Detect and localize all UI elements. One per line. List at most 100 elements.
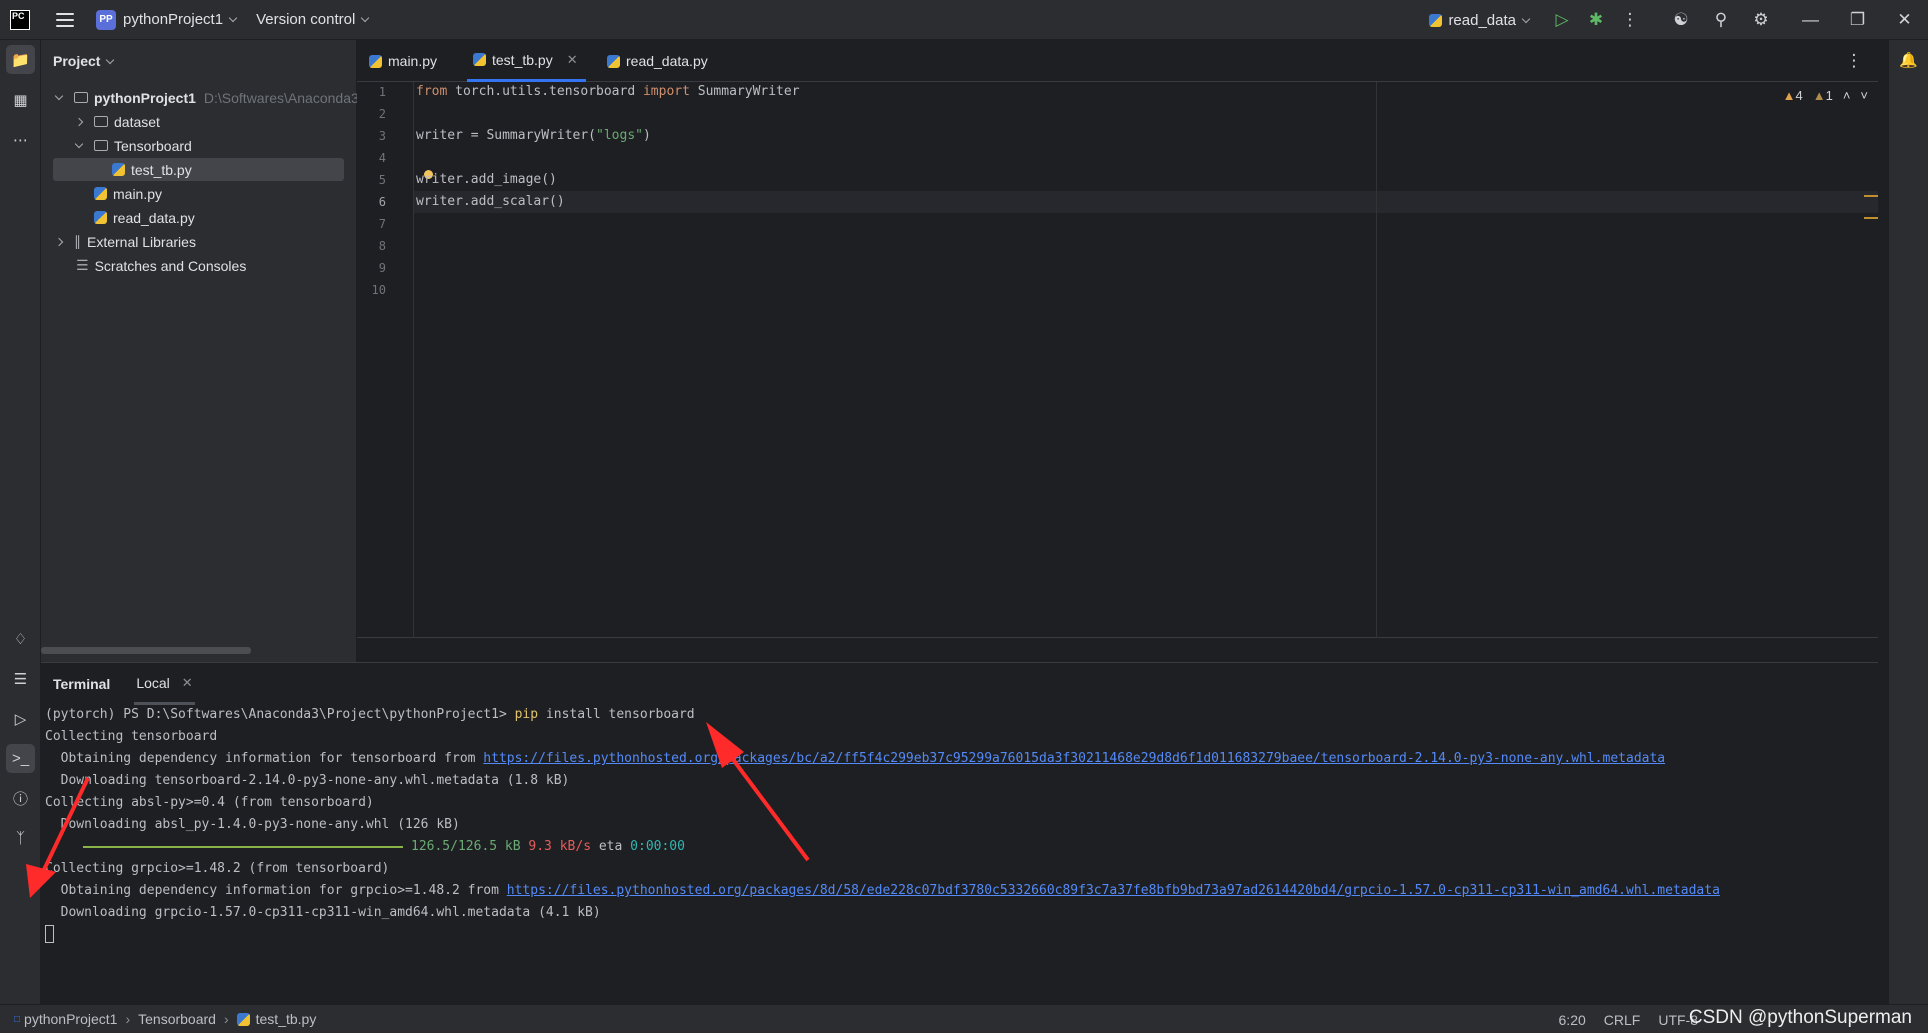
tree-item-label: Tensorboard	[114, 137, 192, 154]
tree-item-external-libraries[interactable]: ∥ External Libraries	[54, 230, 196, 253]
close-icon[interactable]: ✕	[1881, 0, 1928, 40]
expand-arrow-icon[interactable]	[54, 91, 64, 101]
tab-label: test_tb.py	[492, 51, 553, 68]
structure-tool-icon[interactable]: ▦	[6, 85, 35, 114]
layers-icon[interactable]: ☰	[6, 664, 35, 693]
error-stripe-mark[interactable]	[1864, 195, 1878, 197]
settings-icon[interactable]: ⚙	[1741, 0, 1781, 40]
horizontal-scrollbar[interactable]	[41, 647, 251, 654]
warning-count: 4	[1795, 88, 1803, 103]
search-icon[interactable]: ⚲	[1701, 0, 1741, 40]
terminal-header: Terminal Local ✕	[41, 663, 1878, 705]
tree-item-read-data[interactable]: read_data.py	[94, 206, 195, 229]
problems-icon[interactable]: ⓘ	[6, 784, 35, 813]
tree-item-label: test_tb.py	[131, 161, 192, 178]
tab-read-data-py[interactable]: read_data.py	[607, 40, 708, 82]
status-bar: □ pythonProject1 › Tensorboard › test_tb…	[0, 1004, 1928, 1033]
tree-item-label: External Libraries	[87, 233, 196, 250]
terminal-line: Collecting tensorboard	[45, 729, 218, 744]
tab-local[interactable]: Local ✕	[134, 663, 195, 705]
tree-item-scratches[interactable]: ☰ Scratches and Consoles	[76, 254, 246, 277]
main-menu-icon[interactable]	[56, 12, 74, 27]
tree-root-path: D:\Softwares\Anaconda3\	[203, 89, 363, 106]
close-icon[interactable]: ✕	[182, 675, 193, 691]
project-badge[interactable]: PP	[96, 9, 116, 30]
python-packages-icon[interactable]: ♢	[6, 624, 35, 653]
line-number: 10	[371, 283, 386, 297]
terminal-line: (pytorch) PS D:\Softwares\Anaconda3\Proj…	[45, 707, 695, 722]
project-switcher[interactable]: pythonProject1	[123, 11, 223, 28]
services-icon[interactable]: ▷	[6, 704, 35, 733]
chevron-down-icon[interactable]: ˅	[1860, 88, 1868, 103]
code-editor[interactable]: 1 2 3 4 5 6 7 8 9 10 from torch.utils.te…	[357, 82, 1878, 638]
output-link[interactable]: https://files.pythonhosted.org/packages/…	[507, 883, 1720, 898]
minimize-icon[interactable]: —	[1787, 0, 1834, 40]
breadcrumb-file[interactable]: test_tb.py	[256, 1011, 317, 1027]
folder-icon	[74, 92, 88, 103]
terminal-tool-icon[interactable]: >_	[6, 744, 35, 773]
line-number: 1	[378, 85, 386, 99]
tree-item-label: read_data.py	[113, 209, 195, 226]
notifications-icon[interactable]: 🔔	[1894, 45, 1923, 74]
tab-options-icon[interactable]: ⋮	[1834, 41, 1874, 81]
tree-root[interactable]: pythonProject1 D:\Softwares\Anaconda3\	[54, 86, 363, 109]
python-file-icon	[112, 163, 125, 176]
run-config-selector[interactable]: read_data	[1448, 12, 1516, 29]
output-link[interactable]: https://files.pythonhosted.org/packages/…	[483, 751, 1665, 766]
chevron-right-icon: ›	[125, 1011, 131, 1027]
collapse-arrow-icon[interactable]	[54, 237, 64, 246]
breadcrumb-project[interactable]: pythonProject1	[24, 1011, 117, 1027]
tree-item-tensorboard[interactable]: Tensorboard	[74, 134, 192, 157]
download-size: 126.5/126.5 kB	[411, 839, 521, 854]
line-number: 2	[378, 107, 386, 121]
project-tool-icon[interactable]: 📁	[6, 45, 35, 74]
line-number: 5	[378, 173, 386, 187]
terminal-line: Obtaining dependency information for grp…	[45, 883, 1720, 898]
code-line-5: writer.add_image()	[416, 172, 557, 187]
string-literal: "logs"	[596, 128, 643, 143]
prompt-text: (pytorch) PS D:\Softwares\Anaconda3\Proj…	[45, 707, 515, 722]
output-text: Obtaining dependency information for grp…	[45, 883, 507, 898]
editor-tab-bar: main.py test_tb.py ✕ read_data.py ⋮	[357, 40, 1878, 82]
caret-position[interactable]: 6:20	[1559, 1012, 1586, 1028]
terminal-cursor[interactable]	[45, 925, 54, 943]
inspection-widget[interactable]: ▲4 ▲1 ˄ ˅	[1783, 88, 1868, 103]
expand-arrow-icon[interactable]	[74, 139, 84, 149]
eta-value: 0:00:00	[630, 839, 685, 854]
more-icon[interactable]: ⋮	[1613, 0, 1647, 40]
more-tools-icon[interactable]: ⋯	[6, 125, 35, 154]
tree-item-test-tb[interactable]: test_tb.py	[53, 158, 344, 181]
breadcrumb-folder[interactable]: Tensorboard	[138, 1011, 216, 1027]
tree-root-label: pythonProject1	[94, 89, 196, 106]
terminal-line: Downloading absl_py-1.4.0-py3-none-any.w…	[45, 817, 460, 832]
run-icon[interactable]: ▷	[1545, 0, 1579, 40]
chevron-up-icon[interactable]: ˄	[1843, 88, 1851, 103]
maximize-icon[interactable]: ❐	[1834, 0, 1881, 40]
project-panel-header[interactable]: Project	[41, 40, 356, 82]
line-number: 6	[378, 195, 386, 209]
terminal-line: Downloading grpcio-1.57.0-cp311-cp311-wi…	[45, 905, 601, 920]
tree-item-dataset[interactable]: dataset	[74, 110, 160, 133]
version-control-menu[interactable]: Version control	[256, 11, 355, 28]
python-file-icon	[94, 187, 107, 200]
folder-icon	[94, 116, 108, 127]
git-icon[interactable]: ᛉ	[6, 824, 35, 853]
collapse-arrow-icon[interactable]	[74, 117, 84, 126]
add-user-icon[interactable]: ☯	[1661, 0, 1701, 40]
tree-item-label: Scratches and Consoles	[94, 257, 247, 274]
error-stripe-mark[interactable]	[1864, 217, 1878, 219]
tree-item-main[interactable]: main.py	[94, 182, 162, 205]
code-line-1: from torch.utils.tensorboard import Summ…	[416, 84, 800, 99]
current-line-highlight	[414, 191, 1878, 213]
close-icon[interactable]: ✕	[567, 52, 578, 68]
terminal-line: 126.5/126.5 kB 9.3 kB/s eta 0:00:00	[45, 839, 685, 854]
debug-icon[interactable]: ✱	[1579, 0, 1613, 40]
tab-test-tb-py[interactable]: test_tb.py ✕	[467, 40, 586, 82]
tab-main-py[interactable]: main.py	[369, 40, 437, 82]
line-number: 3	[378, 129, 386, 143]
code-line-6: writer.add_scalar()	[416, 194, 565, 209]
weak-warning-icon: ▲	[1812, 88, 1826, 103]
line-separator[interactable]: CRLF	[1604, 1012, 1641, 1028]
line-number: 7	[378, 217, 386, 231]
keyword: from	[416, 84, 448, 99]
